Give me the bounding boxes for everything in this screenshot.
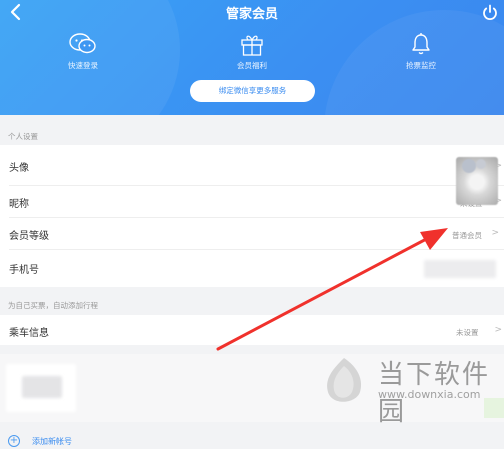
plus-icon: + bbox=[8, 435, 20, 447]
quick-login-label: 快速登录 bbox=[68, 61, 98, 70]
gift-icon bbox=[241, 35, 263, 56]
page-title: 管家会员 bbox=[225, 7, 278, 22]
member-level-value: 普通会员 bbox=[452, 231, 482, 240]
bell-icon bbox=[412, 33, 430, 55]
avatar-blob bbox=[462, 159, 476, 173]
section-title-travel: 为自己买票，自动添加行程 bbox=[8, 301, 98, 310]
passenger-info-row[interactable]: 乘车信息 未设置 > bbox=[0, 315, 504, 345]
avatar[interactable] bbox=[456, 157, 498, 205]
logout-button[interactable] bbox=[480, 3, 500, 23]
ticket-monitor-button[interactable]: 抢票监控 bbox=[376, 32, 466, 71]
member-benefits-label: 会员福利 bbox=[237, 61, 267, 70]
nickname-label: 昵称 bbox=[9, 199, 29, 210]
passenger-info-value: 未设置 bbox=[456, 328, 479, 337]
section-title-personal: 个人设置 bbox=[8, 132, 38, 141]
personal-settings-list: 头像 > 昵称 未设置 > 会员等级 普通会员 > 手机号 bbox=[0, 145, 504, 287]
phone-value-blurred bbox=[424, 260, 496, 278]
quick-login-button[interactable]: 快速登录 bbox=[38, 32, 128, 71]
member-benefits-button[interactable]: 会员福利 bbox=[207, 32, 297, 71]
chevron-right-icon: > bbox=[494, 325, 502, 335]
watermark-url: www.downxia.com bbox=[378, 388, 481, 401]
avatar-label: 头像 bbox=[9, 163, 29, 174]
watermark-logo-icon bbox=[327, 358, 362, 402]
phone-row[interactable]: 手机号 bbox=[0, 250, 504, 286]
watermark: 当下软件园 www.downxia.com bbox=[316, 350, 504, 449]
add-account-label: 添加新帐号 bbox=[32, 437, 72, 446]
nickname-row[interactable]: 昵称 未设置 > bbox=[0, 186, 504, 216]
avatar-blob bbox=[476, 159, 486, 169]
chevron-right-icon: > bbox=[491, 228, 499, 238]
member-header: 管家会员 快速登录 会员福利 抢票监控 绑定微信享更多服务 bbox=[0, 0, 504, 115]
account-name-blurred bbox=[22, 376, 62, 398]
power-icon bbox=[483, 4, 497, 20]
wechat-icon bbox=[69, 33, 96, 54]
member-level-row[interactable]: 会员等级 普通会员 > bbox=[0, 218, 504, 248]
badge-block bbox=[484, 398, 504, 418]
member-level-label: 会员等级 bbox=[9, 231, 49, 242]
avatar-row[interactable]: 头像 > bbox=[0, 145, 504, 185]
ticket-monitor-label: 抢票监控 bbox=[406, 61, 436, 70]
phone-label: 手机号 bbox=[9, 265, 39, 276]
bind-wechat-button[interactable]: 绑定微信享更多服务 bbox=[190, 80, 315, 102]
passenger-info-label: 乘车信息 bbox=[9, 328, 49, 339]
